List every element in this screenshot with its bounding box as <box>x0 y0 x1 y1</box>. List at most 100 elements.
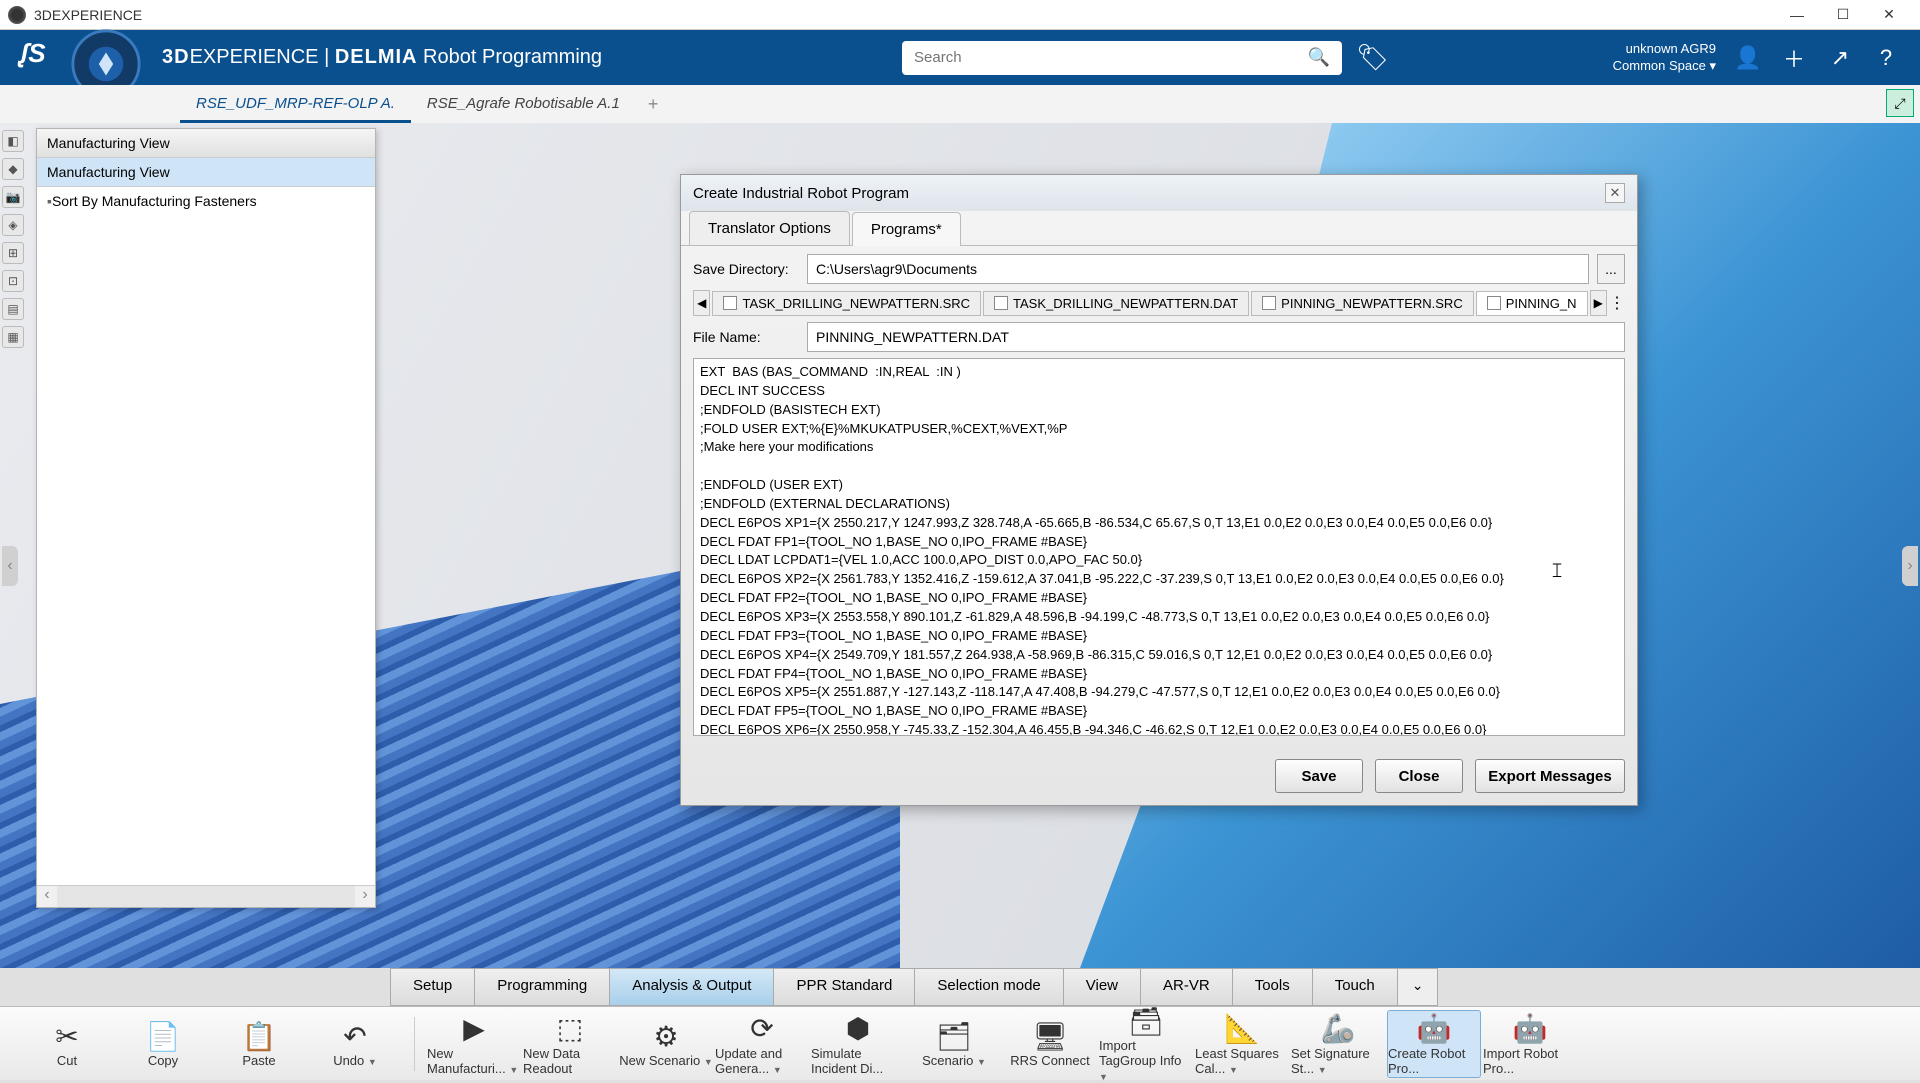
ribbon-button[interactable]: ⚙New Scenario ▼ <box>619 1010 713 1078</box>
tool-6-icon[interactable]: ⊡ <box>2 270 24 292</box>
close-window-button[interactable]: ✕ <box>1866 0 1912 30</box>
add-tab-button[interactable]: + <box>636 86 671 123</box>
file-tab[interactable]: TASK_DRILLING_NEWPATTERN.SRC <box>712 291 981 316</box>
ribbon-icon: 📄 <box>146 1019 181 1053</box>
command-tab[interactable]: Tools <box>1233 969 1313 1005</box>
close-button[interactable]: Close <box>1375 759 1463 793</box>
ribbon-button[interactable]: 🗃Import TagGroup Info ▼ <box>1099 1010 1193 1078</box>
ribbon-button[interactable]: ⟳Update and Genera... ▼ <box>715 1010 809 1078</box>
ribbon-button[interactable]: 📋Paste <box>212 1010 306 1078</box>
file-icon <box>994 296 1008 310</box>
ds-logo-icon: ᶘS <box>20 38 60 78</box>
minimize-button[interactable]: — <box>1774 0 1820 30</box>
ribbon-button[interactable]: ▶New Manufacturi... ▼ <box>427 1010 521 1078</box>
ribbon-icon: 🤖 <box>1417 1012 1452 1046</box>
code-textarea[interactable] <box>693 358 1625 736</box>
ribbon-button[interactable]: ⬢Simulate Incident Di... <box>811 1010 905 1078</box>
file-name-label: File Name: <box>693 329 799 345</box>
dialog-tab[interactable]: Programs* <box>852 212 961 246</box>
ribbon-label: Import TagGroup Info ▼ <box>1099 1038 1193 1083</box>
profile-icon[interactable]: 👤 <box>1734 44 1762 72</box>
document-tabs: RSE_UDF_MRP-REF-OLP A.RSE_Agrafe Robotis… <box>0 85 1920 123</box>
ribbon-label: Scenario ▼ <box>922 1053 986 1068</box>
tool-2-icon[interactable]: ◆ <box>2 158 24 180</box>
command-tab[interactable]: View <box>1064 969 1141 1005</box>
ribbon-button[interactable]: ✂Cut <box>20 1010 114 1078</box>
ribbon-button[interactable]: 📄Copy <box>116 1010 210 1078</box>
export-messages-button[interactable]: Export Messages <box>1475 759 1625 793</box>
user-info[interactable]: unknown AGR9 Common Space <box>1613 41 1716 75</box>
ribbon-label: Least Squares Cal... ▼ <box>1195 1046 1289 1076</box>
ribbon-label: RRS Connect <box>1010 1053 1089 1068</box>
dialog-tabs: Translator OptionsPrograms* <box>681 211 1637 245</box>
file-tab[interactable]: PINNING_NEWPATTERN.SRC <box>1251 291 1474 316</box>
dialog-title-bar[interactable]: Create Industrial Robot Program ✕ <box>681 175 1637 211</box>
file-tab[interactable]: TASK_DRILLING_NEWPATTERN.DAT <box>983 291 1249 316</box>
command-tab[interactable]: Analysis & Output <box>610 969 774 1005</box>
maximize-button[interactable]: ☐ <box>1820 0 1866 30</box>
file-tabs-right-icon[interactable]: ▶ <box>1590 290 1607 316</box>
search-box[interactable]: 🔍 <box>902 41 1342 75</box>
ribbon-button[interactable]: 🤖Create Robot Pro... <box>1387 1010 1481 1078</box>
ribbon-button[interactable]: 📐Least Squares Cal... ▼ <box>1195 1010 1289 1078</box>
save-dir-input[interactable] <box>807 254 1589 284</box>
user-space[interactable]: Common Space <box>1613 58 1716 75</box>
browse-button[interactable]: ... <box>1597 254 1625 284</box>
ribbon-button[interactable]: 🤖Import Robot Pro... <box>1483 1010 1577 1078</box>
tool-3-icon[interactable]: 📷 <box>2 186 24 208</box>
help-icon[interactable]: ? <box>1872 44 1900 72</box>
ribbon-label: Simulate Incident Di... <box>811 1046 905 1076</box>
fullscreen-toggle-icon[interactable]: ⤢ <box>1886 89 1914 117</box>
scroll-track[interactable] <box>57 886 355 907</box>
scroll-left-icon[interactable]: ‹ <box>37 886 57 907</box>
save-button[interactable]: Save <box>1275 759 1363 793</box>
scroll-right-icon[interactable]: › <box>355 886 375 907</box>
command-tab[interactable]: PPR Standard <box>774 969 915 1005</box>
tool-7-icon[interactable]: ▤ <box>2 298 24 320</box>
panel-row-sort[interactable]: Sort By Manufacturing Fasteners <box>37 187 375 215</box>
tool-5-icon[interactable]: ⊞ <box>2 242 24 264</box>
dialog-tab[interactable]: Translator Options <box>689 211 850 245</box>
ribbon-icon: 🗂 <box>936 1019 972 1053</box>
document-tab[interactable]: RSE_Agrafe Robotisable A.1 <box>411 87 636 123</box>
right-collapse-icon[interactable]: › <box>1902 546 1918 586</box>
file-tabs-more-icon[interactable]: ⋮ <box>1609 293 1625 313</box>
ribbon-label: Set Signature St... ▼ <box>1291 1046 1385 1076</box>
ribbon-button[interactable]: 🦾Set Signature St... ▼ <box>1291 1010 1385 1078</box>
search-input[interactable] <box>914 49 1308 66</box>
app-header: ᶘS 3DEXPERIENCE | DELMIA Robot Programmi… <box>0 30 1920 85</box>
file-tab[interactable]: PINNING_N <box>1476 291 1588 316</box>
tool-8-icon[interactable]: ▦ <box>2 326 24 348</box>
command-tab[interactable]: Touch <box>1313 969 1398 1005</box>
ribbon-button[interactable]: ⬚New Data Readout <box>523 1010 617 1078</box>
dialog-close-icon[interactable]: ✕ <box>1605 183 1625 203</box>
ribbon-button[interactable]: ↶Undo ▼ <box>308 1010 402 1078</box>
ribbon-label: Undo ▼ <box>333 1053 377 1068</box>
save-dir-label: Save Directory: <box>693 261 799 277</box>
file-tabs-left-icon[interactable]: ◀ <box>693 290 710 316</box>
file-name-input[interactable] <box>807 322 1625 352</box>
command-tab[interactable]: Programming <box>475 969 610 1005</box>
command-tab[interactable]: AR-VR <box>1141 969 1233 1005</box>
ribbon-label: Paste <box>242 1053 275 1068</box>
ribbon-button[interactable]: 🖥RRS Connect <box>1003 1010 1097 1078</box>
tool-4-icon[interactable]: ◈ <box>2 214 24 236</box>
panel-selected-row[interactable]: Manufacturing View <box>37 158 375 187</box>
tag-icon[interactable]: 🏷 <box>1356 42 1389 73</box>
command-tabs-expand-icon[interactable]: ⌄ <box>1398 969 1438 1005</box>
search-icon[interactable]: 🔍 <box>1308 47 1330 68</box>
ribbon-button[interactable]: 🗂Scenario ▼ <box>907 1010 1001 1078</box>
panel-hscroll[interactable]: ‹ › <box>37 885 375 907</box>
add-icon[interactable]: ＋ <box>1780 44 1808 72</box>
command-tab[interactable]: Selection mode <box>915 969 1063 1005</box>
ribbon-label: Create Robot Pro... <box>1388 1046 1480 1076</box>
document-tab[interactable]: RSE_UDF_MRP-REF-OLP A. <box>180 87 411 123</box>
panel-title: Manufacturing View <box>37 129 375 158</box>
ribbon-icon: 🗃 <box>1128 1005 1164 1038</box>
left-collapse-icon[interactable]: ‹ <box>2 546 18 586</box>
panel-body <box>37 215 375 885</box>
tool-1-icon[interactable]: ◧ <box>2 130 24 152</box>
command-tab[interactable]: Setup <box>391 969 475 1005</box>
ribbon-icon: ⬢ <box>846 1012 870 1046</box>
share-icon[interactable]: ↗ <box>1826 44 1854 72</box>
